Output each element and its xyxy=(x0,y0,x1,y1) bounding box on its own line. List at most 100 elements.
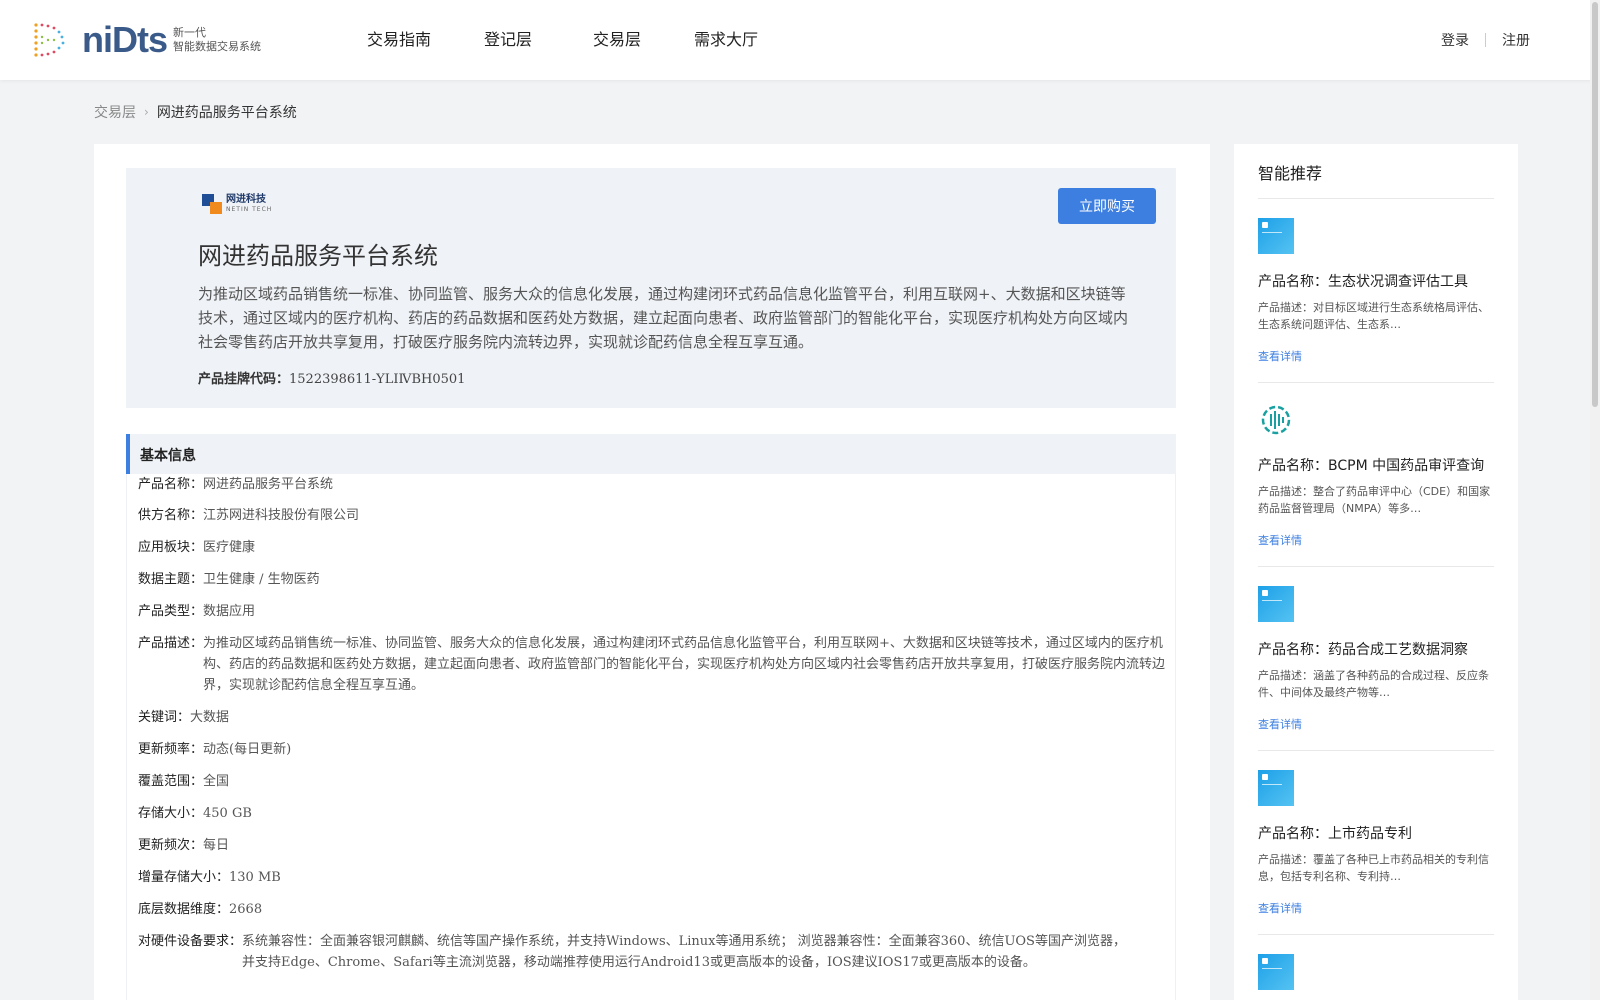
recommendation-name[interactable]: 产品名称：上市药品专利 xyxy=(1258,823,1494,843)
product-thumbnail-icon xyxy=(1258,770,1294,806)
chevron-right-icon: › xyxy=(144,105,149,119)
recommendation-desc: 产品描述：对目标区域进行生态系统格局评估、生态系统问题评估、生态系… xyxy=(1258,301,1489,331)
product-hero: 网进科技 NETIN TECH 立即购买 网进药品服务平台系统 为推动区域药品销… xyxy=(126,168,1176,408)
product-thumbnail-icon xyxy=(1258,218,1294,254)
listing-code-value: 1522398611-YLIⅣBH0501 xyxy=(289,372,466,387)
field-coverage: 覆盖范围： 全国 xyxy=(138,771,229,792)
vendor-logo-icon xyxy=(202,194,222,214)
field-value: 130 MB xyxy=(229,870,281,885)
view-details-link[interactable]: 查看详情 xyxy=(1258,716,1494,732)
page-scrollbar[interactable] xyxy=(1590,0,1600,1000)
vendor-logo-name: 网进科技 xyxy=(226,194,266,205)
logo-mark-icon xyxy=(30,21,68,59)
field-storage-size: 存储大小： 450 GB xyxy=(138,803,252,824)
field-value: 450 GB xyxy=(203,806,252,821)
recommendation-name[interactable]: 产品名称：生态状况调查评估工具 xyxy=(1258,271,1494,291)
view-details-link[interactable]: 查看详情 xyxy=(1258,900,1494,916)
field-label: 更新频次： xyxy=(138,838,204,853)
field-keywords: 关键词： 大数据 xyxy=(138,707,229,728)
vendor-logo-sub: NETIN TECH xyxy=(226,206,273,213)
field-value: 全国 xyxy=(203,774,230,789)
recommendation-item[interactable]: 产品名称：上市药品专利 产品描述：覆盖了各种已上市药品相关的专利信息，包括专利名… xyxy=(1258,770,1494,916)
field-update-frequency: 更新频率： 动态(每日更新) xyxy=(138,739,291,760)
field-label: 产品类型： xyxy=(138,604,204,619)
recommendation-desc: 产品描述：整合了药品审评中心（CDE）和国家药品监督管理局（NMPA）等多… xyxy=(1258,485,1491,515)
field-label: 应用板块： xyxy=(138,540,204,555)
field-value: 每日 xyxy=(203,838,230,853)
field-label: 产品描述： xyxy=(138,636,204,651)
dna-helix-icon xyxy=(1258,402,1294,438)
field-value: 大数据 xyxy=(190,710,230,725)
vendor-logo: 网进科技 NETIN TECH xyxy=(202,194,272,214)
listing-code: 产品挂牌代码：1522398611-YLIⅣBH0501 xyxy=(198,368,465,387)
product-thumbnail-icon xyxy=(1258,954,1294,990)
nav-registry-layer[interactable]: 登记层 xyxy=(458,0,558,80)
field-label: 存储大小： xyxy=(138,806,204,821)
field-label: 数据主题： xyxy=(138,572,204,587)
recommendation-item[interactable]: 产品名称：BCPM 中国药品审评查询 产品描述：整合了药品审评中心（CDE）和国… xyxy=(1258,402,1494,548)
section-title: 基本信息 xyxy=(140,448,196,464)
field-label: 增量存储大小： xyxy=(138,870,230,885)
recommendation-panel: 智能推荐 产品名称：生态状况调查评估工具 产品描述：对目标区域进行生态系统格局评… xyxy=(1234,144,1518,1000)
site-logo[interactable]: niDts 新一代 智能数据交易系统 xyxy=(30,20,261,60)
logo-sub-line2: 智能数据交易系统 xyxy=(173,40,261,53)
field-hardware-requirements: 对硬件设备要求： 系统兼容性：全面兼容银河麒麟、统信等国产操作系统，并支持Wind… xyxy=(138,931,1138,973)
logo-subtitle: 新一代 智能数据交易系统 xyxy=(173,26,261,54)
field-label: 产品名称： xyxy=(138,477,204,492)
breadcrumb-current: 网进药品服务平台系统 xyxy=(156,105,297,121)
buy-now-button[interactable]: 立即购买 xyxy=(1058,188,1156,224)
field-label: 供方名称： xyxy=(138,508,204,523)
basic-info-box xyxy=(126,474,1176,1000)
recommendation-name[interactable]: 产品名称：药品合成工艺数据洞察 xyxy=(1258,639,1494,659)
product-title: 网进药品服务平台系统 xyxy=(198,242,438,270)
field-value: 2668 xyxy=(229,902,263,917)
recommendation-title: 智能推荐 xyxy=(1258,164,1323,183)
field-supplier: 供方名称： 江苏网进科技股份有限公司 xyxy=(138,505,359,526)
view-details-link[interactable]: 查看详情 xyxy=(1258,348,1494,364)
field-data-topic: 数据主题： 卫生健康 / 生物医药 xyxy=(138,569,320,590)
view-details-link[interactable]: 查看详情 xyxy=(1258,532,1494,548)
breadcrumb: 交易层 › 网进药品服务平台系统 xyxy=(94,102,297,122)
register-link[interactable]: 注册 xyxy=(1502,30,1530,50)
login-link[interactable]: 登录 xyxy=(1441,30,1469,50)
nav-trade-guide[interactable]: 交易指南 xyxy=(340,0,458,80)
recommendation-item[interactable]: 产品名称：药品合成工艺数据洞察 产品描述：涵盖了各种药品的合成过程、反应条件、中… xyxy=(1258,586,1494,732)
product-summary: 为推动区域药品销售统一标准、协同监管、服务大众的信息化发展，通过构建闭环式药品信… xyxy=(198,285,1129,351)
field-product-description: 产品描述： 为推动区域药品销售统一标准、协同监管、服务大众的信息化发展，通过构建闭… xyxy=(138,633,1168,696)
field-value: 网进药品服务平台系统 xyxy=(203,477,334,492)
logo-wordmark: niDts xyxy=(82,19,168,60)
field-value: 动态(每日更新) xyxy=(203,742,292,757)
field-value: 数据应用 xyxy=(203,604,256,619)
recommendation-item[interactable]: 产品名称：生态状况调查评估工具 产品描述：对目标区域进行生态系统格局评估、生态系… xyxy=(1258,218,1494,364)
field-label: 底层数据维度： xyxy=(138,902,230,917)
field-value: 为推动区域药品销售统一标准、协同监管、服务大众的信息化发展，通过构建闭环式药品信… xyxy=(203,636,1166,693)
divider xyxy=(1258,566,1494,567)
field-value: 卫生健康 / 生物医药 xyxy=(203,572,320,587)
field-sector: 应用板块： 医疗健康 xyxy=(138,537,255,558)
nav-demand-hall[interactable]: 需求大厅 xyxy=(676,0,776,80)
divider xyxy=(1258,198,1494,199)
recommendation-item-partial[interactable] xyxy=(1258,954,1494,990)
field-update-cadence: 更新频次： 每日 xyxy=(138,835,229,856)
product-thumbnail-icon xyxy=(1258,586,1294,622)
field-value: 江苏网进科技股份有限公司 xyxy=(203,508,360,523)
auth-links: 登录 注册 xyxy=(1441,0,1530,80)
recommendation-name[interactable]: 产品名称：BCPM 中国药品审评查询 xyxy=(1258,455,1494,475)
breadcrumb-trading-layer[interactable]: 交易层 xyxy=(94,102,136,122)
nav-trading-layer[interactable]: 交易层 xyxy=(558,0,676,80)
field-label: 更新频率： xyxy=(138,742,204,757)
scrollbar-thumb[interactable] xyxy=(1592,2,1598,407)
auth-divider xyxy=(1485,33,1486,47)
field-value: 系统兼容性：全面兼容银河麒麟、统信等国产操作系统，并支持Windows、Linu… xyxy=(242,934,1126,970)
field-incremental-storage: 增量存储大小： 130 MB xyxy=(138,867,281,888)
logo-sub-line1: 新一代 xyxy=(173,26,206,39)
recommendation-desc: 产品描述：覆盖了各种已上市药品相关的专利信息，包括专利名称、专利持… xyxy=(1258,853,1489,883)
top-header: niDts 新一代 智能数据交易系统 交易指南 登记层 交易层 需求大厅 登录 … xyxy=(0,0,1600,80)
recommendation-desc: 产品描述：涵盖了各种药品的合成过程、反应条件、中间体及最终产物等… xyxy=(1258,669,1489,699)
product-detail-card: 网进科技 NETIN TECH 立即购买 网进药品服务平台系统 为推动区域药品销… xyxy=(94,144,1210,1000)
field-product-name: 产品名称： 网进药品服务平台系统 xyxy=(138,474,333,495)
divider xyxy=(1258,934,1494,935)
field-label: 对硬件设备要求： xyxy=(138,934,243,949)
divider xyxy=(1258,750,1494,751)
field-product-type: 产品类型： 数据应用 xyxy=(138,601,255,622)
